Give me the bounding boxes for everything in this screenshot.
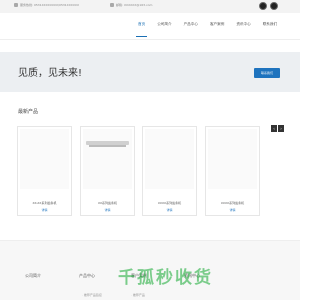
contact-button[interactable]: 联系我们	[254, 68, 280, 78]
product-card[interactable]: XX-XX系列齿条机 详情	[17, 126, 72, 216]
nav-news[interactable]: 资讯中心	[236, 22, 250, 27]
phone-text: 服务热线: 0531XXXXXXXX/0531XXXXXX	[20, 3, 80, 7]
top-info-bar: 服务热线: 0531XXXXXXXX/0531XXXXXX 邮箱: XXXXXX…	[0, 0, 300, 13]
phone-icon	[14, 3, 18, 7]
products-next-button[interactable]: ›	[278, 125, 284, 132]
nav-contact[interactable]: 联系我们	[263, 22, 277, 27]
weibo-icon[interactable]	[270, 2, 278, 10]
product-card[interactable]: XX系列齿条机 详情	[80, 126, 135, 216]
product-name: XXXX系列齿条机	[220, 201, 245, 205]
nav-home[interactable]: 首页	[135, 22, 148, 37]
main-nav: 首页 公司简介 产品中心 客户案例 资讯中心 联系我们	[0, 13, 300, 40]
product-name: XX-XX系列齿条机	[32, 201, 57, 205]
mail-icon	[110, 3, 114, 7]
nav-cases[interactable]: 客户案例	[210, 22, 224, 27]
product-detail-link[interactable]: 详情	[206, 208, 259, 212]
product-name: XXXX系列齿条机	[157, 201, 182, 205]
product-image	[145, 129, 194, 189]
product-image	[20, 129, 69, 189]
wechat-icon[interactable]	[259, 2, 267, 10]
hero-welcome: 见质，见未来!	[18, 68, 83, 79]
footer-sub-link[interactable]: · 推荐产品	[131, 293, 145, 297]
nav-about[interactable]: 公司简介	[157, 22, 171, 27]
product-card[interactable]: XXXX系列齿条机 详情	[142, 126, 197, 216]
phone-info: 服务热线: 0531XXXXXXXX/0531XXXXXX	[14, 3, 79, 7]
product-name: XX系列齿条机	[97, 201, 118, 205]
product-image	[208, 129, 257, 189]
product-detail-link[interactable]: 详情	[81, 208, 134, 212]
product-detail-link[interactable]: 详情	[143, 208, 196, 212]
nav-links: 首页 公司简介 产品中心 客户案例 资讯中心 联系我们	[135, 22, 289, 37]
footer-sub-link[interactable]: · 推荐产品链接	[82, 293, 102, 297]
footer-about[interactable]: 公司简介	[25, 273, 41, 279]
email-text: 邮箱: XXXXXX@163.com	[116, 3, 153, 7]
footer-products[interactable]: 产品中心	[79, 273, 95, 279]
nav-products[interactable]: 产品中心	[184, 22, 198, 27]
product-detail-link[interactable]: 详情	[18, 208, 71, 212]
products-prev-button[interactable]: ‹	[271, 125, 277, 132]
email-info: 邮箱: XXXXXX@163.com	[110, 3, 152, 7]
products-title: 最新产品	[18, 109, 39, 115]
hero-banner: 见质，见未来! 联系我们	[0, 52, 300, 92]
product-image	[83, 129, 132, 189]
product-card[interactable]: XXXX系列齿条机 详情	[205, 126, 260, 216]
watermark-logo: 千孤秒收货	[118, 268, 213, 288]
